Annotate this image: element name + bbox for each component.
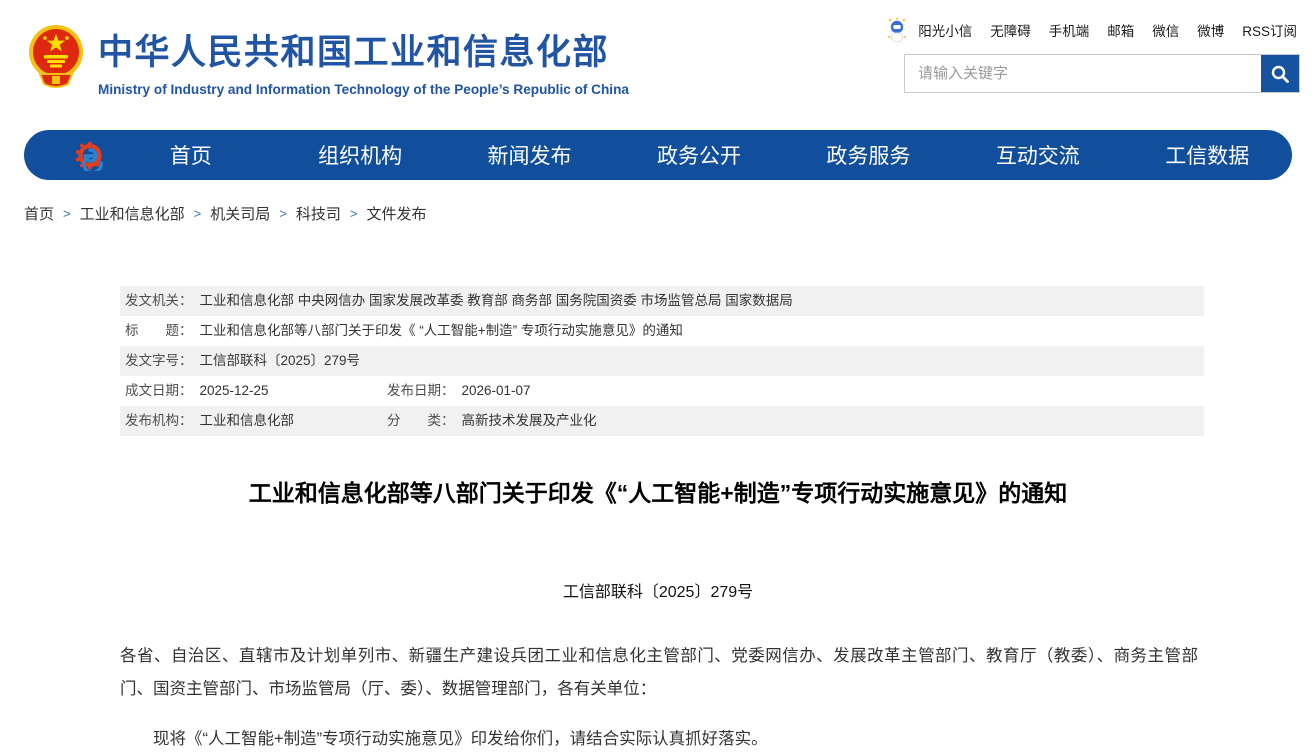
national-emblem-logo[interactable]: [28, 22, 84, 94]
nav-item-2[interactable]: 新闻发布: [445, 140, 614, 170]
header-utility-links: 阳光小信无障碍手机端邮箱微信微博 RSS订阅: [886, 17, 1297, 43]
meta-row-1: 标 题：工业和信息化部等八部门关于印发《 “人工智能+制造” 专项行动实施意见》…: [120, 316, 1204, 346]
search-icon: [1270, 64, 1290, 84]
meta-label: 发文字号：: [125, 346, 193, 376]
top-link-5[interactable]: 微博: [1197, 20, 1224, 40]
meta-value: 2026-01-07: [462, 376, 531, 406]
search-input[interactable]: [905, 55, 1261, 92]
breadcrumb-separator: >: [350, 206, 358, 221]
breadcrumb-separator: >: [63, 206, 71, 221]
meta-row-4: 发布机构：工业和信息化部分 类：高新技术发展及产业化: [120, 406, 1204, 436]
body-paragraph-addressees: 各省、自治区、直辖市及计划单列市、新疆生产建设兵团工业和信息化主管部门、党委网信…: [120, 640, 1198, 706]
meta-label: 成文日期：: [125, 376, 193, 406]
site-title[interactable]: 中华人民共和国工业和信息化部: [98, 24, 629, 75]
search-button[interactable]: [1261, 55, 1299, 92]
site-title-block: 中华人民共和国工业和信息化部 Ministry of Industry and …: [98, 24, 629, 97]
meta-cell: 发布日期：2026-01-07: [387, 376, 531, 406]
top-link-0[interactable]: 阳光小信: [918, 20, 972, 40]
meta-value: 工业和信息化部: [200, 406, 295, 436]
meta-value: 工业和信息化部 中央网信办 国家发展改革委 教育部 商务部 国务院国资委 市场监…: [200, 286, 793, 316]
breadcrumb-item-2[interactable]: 机关司局: [210, 203, 270, 224]
meta-row-0: 发文机关：工业和信息化部 中央网信办 国家发展改革委 教育部 商务部 国务院国资…: [120, 286, 1204, 316]
meta-label: 发布机构：: [125, 406, 193, 436]
mascot-robot-icon: [886, 17, 908, 43]
site-header: 中华人民共和国工业和信息化部 Ministry of Industry and …: [0, 0, 1316, 130]
meta-value: 工业和信息化部等八部门关于印发《 “人工智能+制造” 专项行动实施意见》的通知: [200, 316, 683, 346]
miit-gov-webpage: 中华人民共和国工业和信息化部 Ministry of Industry and …: [0, 0, 1316, 756]
meta-value: 高新技术发展及产业化: [462, 406, 597, 436]
search-bar: [904, 54, 1300, 93]
miit-swirl-icon: [74, 139, 106, 171]
meta-cell: 分 类：高新技术发展及产业化: [387, 406, 597, 436]
nav-item-5[interactable]: 互动交流: [953, 140, 1122, 170]
breadcrumb-item-3[interactable]: 科技司: [296, 203, 341, 224]
body-paragraph-notice: 现将《“人工智能+制造”专项行动实施意见》印发给你们，请结合实际认真抓好落实。: [120, 723, 1198, 756]
main-nav: 首页组织机构新闻发布政务公开政务服务互动交流工信数据: [24, 130, 1292, 180]
top-link-2[interactable]: 手机端: [1049, 20, 1090, 40]
nav-item-1[interactable]: 组织机构: [275, 140, 444, 170]
document-title: 工业和信息化部等八部门关于印发《“人工智能+制造”专项行动实施意见》的通知: [60, 474, 1256, 508]
meta-row-3: 成文日期：2025-12-25发布日期：2026-01-07: [120, 376, 1204, 406]
nav-item-6[interactable]: 工信数据: [1123, 140, 1292, 170]
meta-row-2: 发文字号：工信部联科〔2025〕279号: [120, 346, 1204, 376]
document-area: 发文机关：工业和信息化部 中央网信办 国家发展改革委 教育部 商务部 国务院国资…: [0, 286, 1316, 756]
meta-value: 工信部联科〔2025〕279号: [200, 346, 361, 376]
top-link-1[interactable]: 无障碍: [990, 20, 1031, 40]
top-link-6[interactable]: RSS订阅: [1242, 20, 1297, 40]
meta-value: 2025-12-25: [200, 376, 269, 406]
breadcrumb: 首页 > 工业和信息化部 > 机关司局 > 科技司 > 文件发布: [24, 203, 1316, 224]
meta-cell: 发文字号：工信部联科〔2025〕279号: [125, 346, 1204, 376]
meta-cell: 发布机构：工业和信息化部: [125, 406, 387, 436]
nav-item-0[interactable]: 首页: [106, 140, 275, 170]
meta-cell: 成文日期：2025-12-25: [125, 376, 387, 406]
breadcrumb-separator: >: [279, 206, 287, 221]
national-emblem-icon: [28, 22, 84, 94]
top-link-4[interactable]: 微信: [1152, 20, 1179, 40]
meta-label: 发文机关：: [125, 286, 193, 316]
site-subtitle-en: Ministry of Industry and Information Tec…: [98, 82, 629, 97]
document-number: 工信部联科〔2025〕279号: [0, 578, 1316, 602]
meta-label: 分 类：: [387, 406, 455, 436]
breadcrumb-item-1[interactable]: 工业和信息化部: [80, 203, 185, 224]
meta-cell: 标 题：工业和信息化部等八部门关于印发《 “人工智能+制造” 专项行动实施意见》…: [125, 316, 1204, 346]
breadcrumb-item-4: 文件发布: [366, 203, 426, 224]
nav-item-4[interactable]: 政务服务: [784, 140, 953, 170]
breadcrumb-item-0[interactable]: 首页: [24, 203, 54, 224]
meta-cell: 发文机关：工业和信息化部 中央网信办 国家发展改革委 教育部 商务部 国务院国资…: [125, 286, 1204, 316]
breadcrumb-separator: >: [194, 206, 202, 221]
nav-item-3[interactable]: 政务公开: [614, 140, 783, 170]
document-meta-table: 发文机关：工业和信息化部 中央网信办 国家发展改革委 教育部 商务部 国务院国资…: [120, 286, 1204, 436]
top-link-3[interactable]: 邮箱: [1107, 20, 1134, 40]
meta-label: 标 题：: [125, 316, 193, 346]
meta-label: 发布日期：: [387, 376, 455, 406]
